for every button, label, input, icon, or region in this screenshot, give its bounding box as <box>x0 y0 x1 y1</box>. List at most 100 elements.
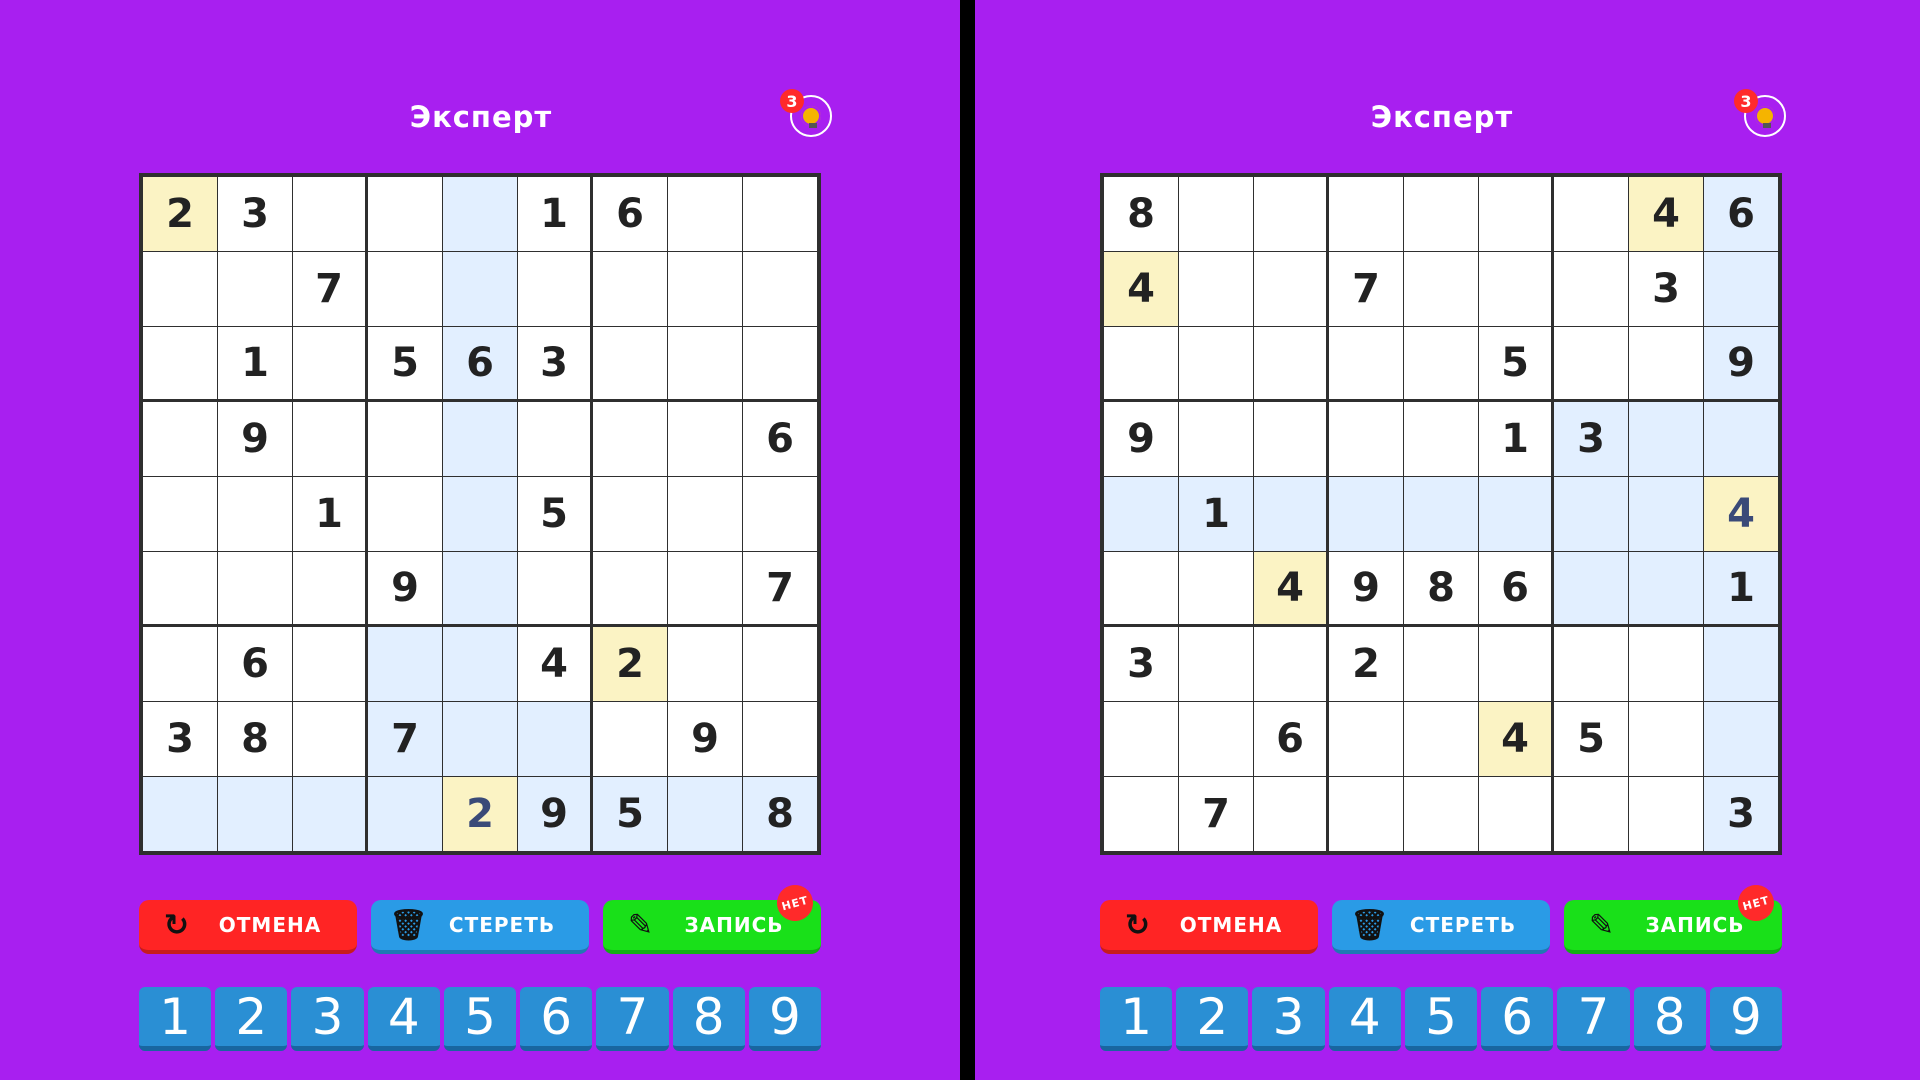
board-cell[interactable] <box>218 252 292 326</box>
board-cell[interactable] <box>1404 177 1478 251</box>
board-cell[interactable] <box>668 402 742 476</box>
board-cell[interactable]: 1 <box>218 327 292 399</box>
board-cell[interactable] <box>1254 477 1326 551</box>
board-cell[interactable] <box>143 327 217 399</box>
board-cell[interactable] <box>1254 777 1326 851</box>
board-cell[interactable] <box>1404 777 1478 851</box>
board-cell[interactable]: 1 <box>1704 552 1778 624</box>
board-cell[interactable]: 6 <box>593 177 667 251</box>
board-cell[interactable] <box>1554 552 1628 624</box>
board-cell[interactable] <box>143 552 217 624</box>
board-cell[interactable] <box>743 477 817 551</box>
board-cell[interactable]: 7 <box>293 252 365 326</box>
board-cell[interactable] <box>1179 177 1253 251</box>
board-cell[interactable]: 1 <box>1179 477 1253 551</box>
board-cell[interactable] <box>1404 627 1478 701</box>
board-cell[interactable] <box>368 402 442 476</box>
board-cell[interactable] <box>1104 552 1178 624</box>
board-cell[interactable]: 6 <box>443 327 517 399</box>
board-cell[interactable] <box>143 777 217 851</box>
board-cell[interactable] <box>1254 402 1326 476</box>
board-cell[interactable] <box>443 477 517 551</box>
board-cell[interactable]: 3 <box>218 177 292 251</box>
board-cell[interactable] <box>1329 702 1403 776</box>
board-cell[interactable] <box>743 327 817 399</box>
board-cell[interactable] <box>1479 777 1551 851</box>
board-cell[interactable] <box>593 477 667 551</box>
number-pad-key[interactable]: 1 <box>1100 987 1173 1051</box>
board-cell[interactable]: 3 <box>1629 252 1703 326</box>
hint-button[interactable]: 3 <box>780 89 832 137</box>
undo-button[interactable]: ↻ ОТМЕНА <box>1100 900 1318 954</box>
board-cell[interactable] <box>143 402 217 476</box>
board-cell[interactable] <box>1629 777 1703 851</box>
board-cell[interactable] <box>218 777 292 851</box>
number-pad-key[interactable]: 4 <box>367 987 440 1051</box>
board-cell[interactable] <box>1629 627 1703 701</box>
number-pad-key[interactable]: 6 <box>520 987 593 1051</box>
board-cell[interactable] <box>1554 252 1628 326</box>
board-cell[interactable] <box>1404 477 1478 551</box>
board-cell[interactable]: 9 <box>668 702 742 776</box>
board-cell[interactable]: 9 <box>218 402 292 476</box>
board-cell[interactable] <box>293 327 365 399</box>
board-cell[interactable] <box>1629 402 1703 476</box>
board-cell[interactable] <box>1704 402 1778 476</box>
board-cell[interactable] <box>1479 177 1551 251</box>
board-cell[interactable] <box>443 177 517 251</box>
board-cell[interactable] <box>1329 327 1403 399</box>
board-cell[interactable]: 5 <box>368 327 442 399</box>
board-cell[interactable]: 6 <box>1479 552 1551 624</box>
board-cell[interactable] <box>1104 477 1178 551</box>
number-pad-key[interactable]: 2 <box>215 987 288 1051</box>
board-cell[interactable]: 2 <box>143 177 217 251</box>
board-cell[interactable] <box>443 702 517 776</box>
board-cell[interactable] <box>593 252 667 326</box>
board-cell[interactable] <box>518 702 590 776</box>
board-cell[interactable]: 8 <box>218 702 292 776</box>
board-cell[interactable] <box>743 702 817 776</box>
board-cell[interactable] <box>1554 327 1628 399</box>
notes-button[interactable]: ✎ ЗАПИСЬ НЕТ <box>603 880 821 954</box>
board-cell[interactable] <box>1179 252 1253 326</box>
board-cell[interactable] <box>668 552 742 624</box>
board-cell[interactable] <box>1704 627 1778 701</box>
number-pad-key[interactable]: 5 <box>443 987 517 1051</box>
board-cell[interactable] <box>518 252 590 326</box>
number-pad-key[interactable]: 9 <box>748 987 821 1051</box>
number-pad-key[interactable]: 7 <box>596 987 669 1051</box>
number-pad-key[interactable]: 1 <box>139 987 212 1051</box>
number-pad-key[interactable]: 8 <box>672 987 745 1051</box>
board-cell[interactable]: 2 <box>593 627 667 701</box>
board-cell[interactable]: 4 <box>1479 702 1551 776</box>
board-cell[interactable]: 9 <box>1329 552 1403 624</box>
board-cell[interactable] <box>368 477 442 551</box>
board-cell[interactable]: 7 <box>1179 777 1253 851</box>
board-cell[interactable] <box>743 627 817 701</box>
board-cell[interactable]: 1 <box>293 477 365 551</box>
board-cell[interactable] <box>668 177 742 251</box>
board-cell[interactable]: 5 <box>593 777 667 851</box>
notes-button[interactable]: ✎ ЗАПИСЬ НЕТ <box>1564 880 1782 954</box>
undo-button[interactable]: ↻ ОТМЕНА <box>139 900 357 954</box>
board-cell[interactable] <box>1554 777 1628 851</box>
number-pad-key[interactable]: 5 <box>1404 987 1478 1051</box>
board-cell[interactable] <box>668 252 742 326</box>
number-pad-key[interactable]: 6 <box>1481 987 1554 1051</box>
board-cell[interactable] <box>1179 627 1253 701</box>
board-cell[interactable]: 5 <box>1479 327 1551 399</box>
board-cell[interactable] <box>1704 252 1778 326</box>
board-cell[interactable] <box>1629 552 1703 624</box>
board-cell[interactable]: 6 <box>743 402 817 476</box>
board-cell[interactable] <box>293 177 365 251</box>
board-cell[interactable] <box>593 402 667 476</box>
erase-button[interactable]: 🗑 СТЕРЕТЬ <box>371 900 589 954</box>
board-cell[interactable] <box>593 702 667 776</box>
board-cell[interactable] <box>218 552 292 624</box>
board-cell[interactable] <box>593 552 667 624</box>
board-cell[interactable] <box>293 702 365 776</box>
number-pad-key[interactable]: 7 <box>1557 987 1630 1051</box>
board-cell[interactable] <box>1254 177 1326 251</box>
board-cell[interactable] <box>293 402 365 476</box>
board-cell[interactable]: 4 <box>1104 252 1178 326</box>
